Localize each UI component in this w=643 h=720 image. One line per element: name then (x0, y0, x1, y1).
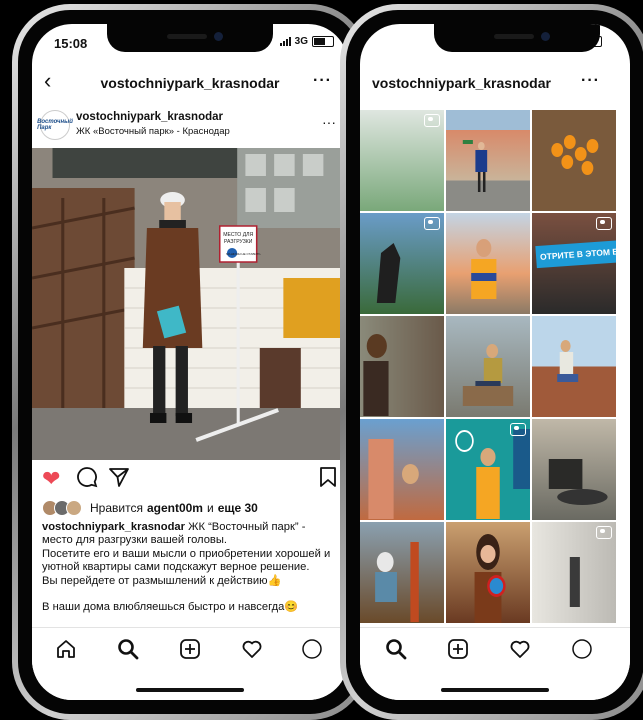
grid-banner-text: ОТРИТЕ В ЭТОМ ВЫПУСК (535, 239, 616, 269)
home-indicator (441, 688, 549, 692)
post-username[interactable]: vostochniypark_krasnodar (76, 111, 223, 123)
grid-post[interactable] (446, 316, 530, 417)
bookmark-icon[interactable] (318, 466, 338, 494)
caption-line-3: Вы перейдете от размышлений к действию👍 (42, 574, 282, 587)
likes-count[interactable]: еще 30 (218, 501, 258, 515)
more-options-icon[interactable]: ··· (581, 72, 600, 90)
tab-bar (32, 627, 348, 700)
post-header: Восточный Парк vostochniypark_krasnodar … (32, 106, 348, 144)
likes-mid: и (206, 501, 214, 515)
phone-right: 3G vostochniypark_krasnodar ··· ОТРИТЕ В… (340, 4, 643, 720)
header-title: vostochniypark_krasnodar (100, 75, 280, 91)
more-options-icon[interactable]: ··· (313, 72, 332, 90)
grid-post[interactable] (446, 522, 530, 623)
caption-line-4: В наши дома влюбляешься быстро и навсегд… (42, 601, 299, 614)
status-time: 15:08 (54, 36, 88, 51)
profile-header: vostochniypark_krasnodar ··· (360, 64, 630, 102)
add-post-icon[interactable] (442, 638, 474, 664)
post-actions: ❤ (32, 466, 348, 494)
video-icon (424, 217, 440, 230)
phone-left-screen: 15:08 3G ‹ vostochniypark_krasnodar ··· … (32, 24, 348, 700)
likes-user[interactable]: agent00m (147, 501, 203, 515)
profile-icon[interactable] (296, 638, 328, 664)
avatar[interactable]: Восточный Парк (37, 110, 73, 140)
grid-post[interactable]: ОТРИТЕ В ЭТОМ ВЫПУСК (532, 213, 616, 314)
grid-post[interactable] (360, 213, 444, 314)
battery-icon (312, 36, 334, 47)
grid-post[interactable] (360, 522, 444, 623)
comment-icon[interactable] (76, 466, 98, 494)
heart-filled-icon[interactable]: ❤ (42, 466, 60, 492)
network-label: 3G (294, 36, 308, 47)
heart-icon[interactable] (236, 638, 268, 664)
phone-right-screen: 3G vostochniypark_krasnodar ··· ОТРИТЕ В… (360, 24, 630, 700)
home-icon[interactable] (50, 638, 82, 664)
caption-line-2: Посетите его и ваши мысли о приобретении… (42, 547, 331, 574)
post-location[interactable]: ЖК «Восточный парк» - Краснодар (76, 126, 230, 137)
likes-prefix: Нравится (90, 501, 143, 515)
profile-icon[interactable] (566, 638, 598, 664)
video-icon (510, 423, 526, 436)
notch (107, 24, 273, 52)
profile-header: ‹ vostochniypark_krasnodar ··· (32, 64, 348, 102)
share-icon[interactable] (108, 466, 130, 494)
grid-post[interactable] (532, 419, 616, 520)
home-indicator (136, 688, 244, 692)
grid-post[interactable] (360, 419, 444, 520)
video-icon (596, 217, 612, 230)
post-caption: vostochniypark_krasnodar ЖК “Восточный п… (42, 521, 338, 614)
carousel-icon (596, 526, 612, 539)
svg-text:МЕСТО ДЛЯ: МЕСТО ДЛЯ (223, 232, 253, 238)
liker-avatars (42, 500, 82, 516)
header-title: vostochniypark_krasnodar (372, 75, 551, 91)
post-photo[interactable]: МЕСТО ДЛЯ РАЗГРУЗКИ МАШИНЫ НЕ СТАВИТЬ (32, 148, 348, 460)
tab-bar (360, 627, 630, 700)
grid-post[interactable] (446, 419, 530, 520)
grid-post[interactable] (360, 316, 444, 417)
search-icon[interactable] (380, 638, 412, 664)
likes-row[interactable]: Нравится agent00m и еще 30 (42, 498, 338, 518)
search-icon[interactable] (112, 638, 144, 664)
signal-icon (279, 37, 291, 46)
grid-post[interactable] (360, 110, 444, 211)
grid-post[interactable] (446, 213, 530, 314)
phone-left: 15:08 3G ‹ vostochniypark_krasnodar ··· … (12, 4, 368, 720)
post-more-icon[interactable]: ··· (322, 114, 336, 130)
grid-post[interactable] (532, 316, 616, 417)
back-icon[interactable]: ‹ (44, 68, 51, 94)
notch (433, 24, 600, 52)
post-photo-image: МЕСТО ДЛЯ РАЗГРУЗКИ МАШИНЫ НЕ СТАВИТЬ (32, 148, 348, 460)
heart-icon[interactable] (504, 638, 536, 664)
carousel-icon (424, 114, 440, 127)
grid-post[interactable] (446, 110, 530, 211)
svg-text:РАЗГРУЗКИ: РАЗГРУЗКИ (224, 239, 253, 245)
grid-post[interactable] (532, 522, 616, 623)
grid-post[interactable] (532, 110, 616, 211)
svg-text:МАШИНЫ НЕ СТАВИТЬ: МАШИНЫ НЕ СТАВИТЬ (226, 252, 260, 256)
caption-username[interactable]: vostochniypark_krasnodar (42, 521, 185, 533)
posts-grid: ОТРИТЕ В ЭТОМ ВЫПУСК (360, 110, 616, 623)
add-post-icon[interactable] (174, 638, 206, 664)
